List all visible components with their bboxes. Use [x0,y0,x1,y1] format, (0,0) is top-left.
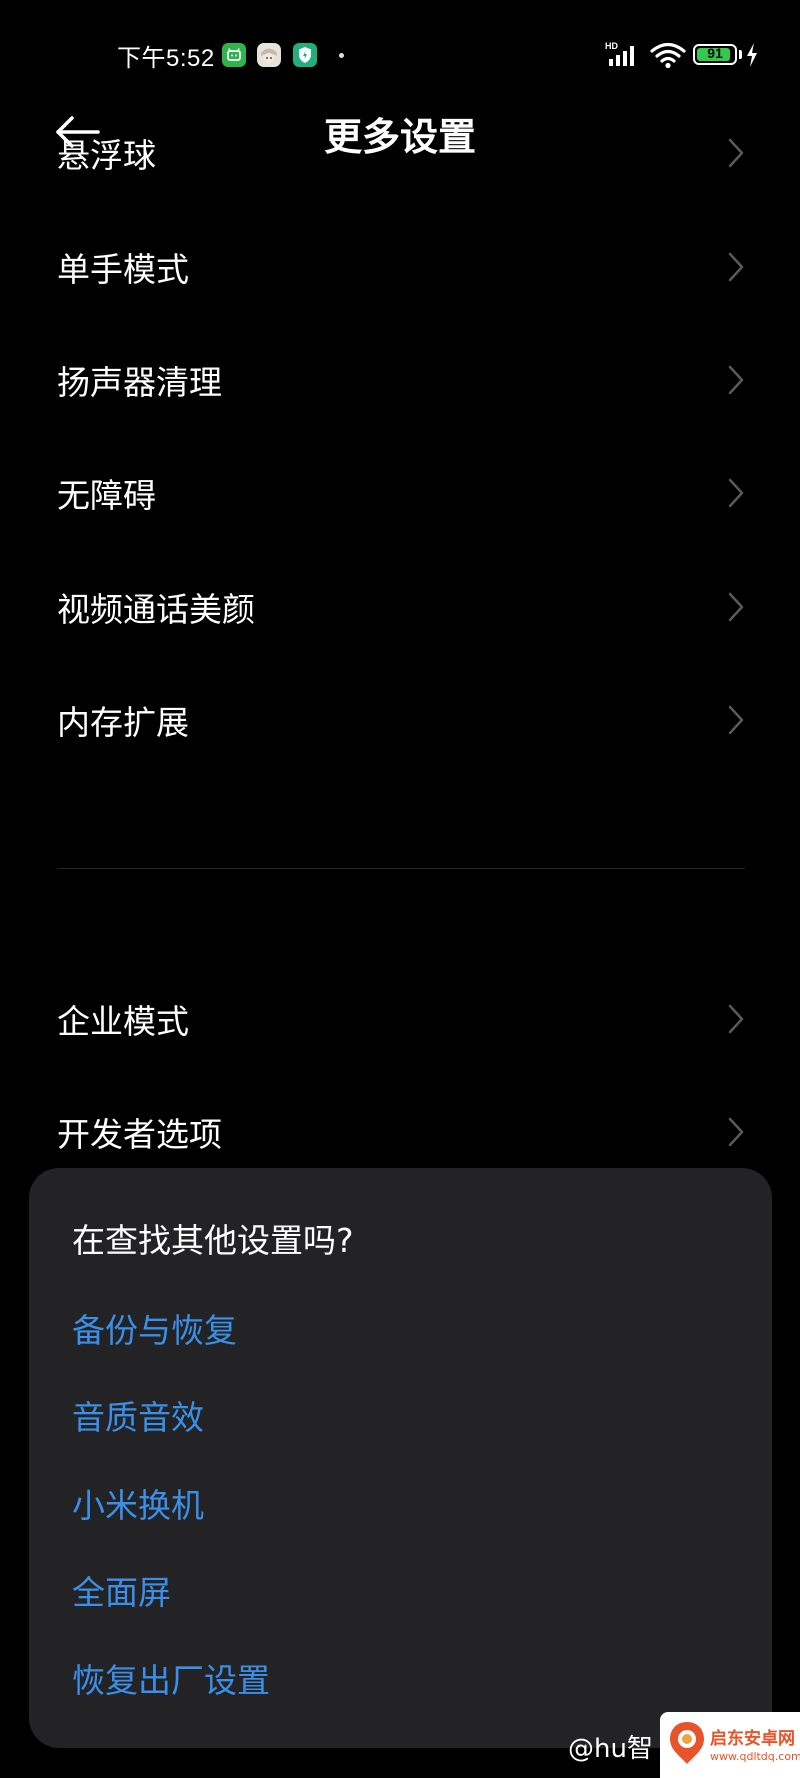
battery-level: 91 [707,45,723,61]
site-logo-icon [670,1722,704,1764]
battery-cap [739,50,742,59]
setting-label: 无障碍 [57,476,156,515]
chevron-right-icon [728,252,744,282]
setting-row-floating-ball[interactable]: 悬浮球 [0,103,800,203]
setting-label: 企业模式 [57,1002,189,1041]
setting-row-accessibility[interactable]: 无障碍 [0,443,800,543]
setting-row-video-call-beauty[interactable]: 视频通话美颜 [0,557,800,657]
chevron-right-icon [728,705,744,735]
watermark-site-url: www.qdltdq.com [710,1750,800,1763]
chevron-right-icon [728,365,744,395]
cellular-signal-icon: HD [605,40,645,74]
setting-row-memory-extension[interactable]: 内存扩展 [0,670,800,770]
status-time: 下午5:52 [117,45,215,72]
watermark-logo: 启东安卓网 www.qdltdq.com [660,1712,800,1778]
setting-label: 视频通话美颜 [57,590,255,629]
avatar-app-icon [257,43,281,67]
battery-icon: 91 [693,44,737,65]
security-shield-icon [293,43,317,67]
setting-row-developer-options[interactable]: 开发者选项 [0,1082,800,1182]
setting-label: 开发者选项 [57,1115,222,1154]
suggestion-title: 在查找其他设置吗? [72,1221,354,1260]
chevron-right-icon [728,592,744,622]
suggestion-link-backup-restore[interactable]: 备份与恢复 [72,1304,237,1352]
chevron-right-icon [728,478,744,508]
chevron-right-icon [728,138,744,168]
chevron-right-icon [728,1117,744,1147]
setting-label: 扬声器清理 [57,363,222,402]
chevron-right-icon [728,1004,744,1034]
more-notifications-dot [339,53,344,58]
android-app-icon [222,43,246,67]
setting-label: 悬浮球 [57,136,156,175]
watermark-site-name: 启东安卓网 [710,1729,795,1749]
suggestion-link-mi-mover[interactable]: 小米换机 [72,1479,204,1527]
setting-label: 单手模式 [57,250,189,289]
suggestion-link-sound-quality[interactable]: 音质音效 [72,1391,204,1439]
suggestion-link-full-screen[interactable]: 全面屏 [72,1566,171,1614]
setting-row-enterprise-mode[interactable]: 企业模式 [0,969,800,1069]
network-type-label: HD [605,41,618,51]
setting-row-speaker-cleaning[interactable]: 扬声器清理 [0,330,800,430]
setting-label: 内存扩展 [57,703,189,742]
suggestion-card: 在查找其他设置吗? 备份与恢复 音质音效 小米换机 全面屏 恢复出厂设置 [29,1168,772,1748]
setting-row-one-hand-mode[interactable]: 单手模式 [0,217,800,317]
suggestion-link-factory-reset[interactable]: 恢复出厂设置 [72,1654,270,1702]
charging-bolt-icon [745,42,759,72]
status-bar: 下午5:52 HD 91 [0,0,800,110]
watermark-text: @hu智 [568,1734,653,1764]
wifi-icon [650,40,686,74]
section-divider [57,868,745,869]
